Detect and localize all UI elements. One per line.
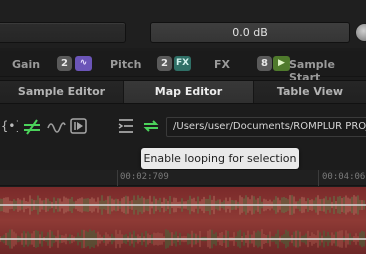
mod-count-fx[interactable]: 8 (257, 56, 272, 71)
svg-text:{•}: {•} (1, 119, 18, 133)
mod-label-fx[interactable]: FX (214, 58, 230, 71)
timeline-ruler[interactable]: 00:02:709 00:04:06 (0, 170, 366, 186)
pan-slider[interactable] (0, 22, 126, 43)
waveform-canvas (0, 187, 366, 254)
mod-label-pitch[interactable]: Pitch (110, 58, 141, 71)
editor-tab-bar: Sample Editor Map Editor Table View (0, 80, 366, 104)
mod-label-gain[interactable]: Gain (12, 58, 40, 71)
mod-count-gain[interactable]: 2 (57, 56, 72, 71)
braces-icon[interactable]: {•} (0, 116, 18, 136)
mod-count-pitch[interactable]: 2 (157, 56, 172, 71)
modulation-row: Gain 2 ∿ Pitch 2 FX FX 8 ▶ Sample Start (0, 51, 366, 84)
loop-icon[interactable] (140, 116, 162, 136)
fx-badge-icon[interactable]: FX (174, 56, 191, 71)
gain-readout-slider[interactable]: 0.0 dB (150, 22, 350, 43)
list-indent-icon[interactable] (116, 116, 136, 136)
play-selection-icon[interactable] (69, 116, 89, 136)
loop-tooltip: Enable looping for selection (141, 148, 299, 169)
normalize-icon[interactable] (22, 116, 42, 136)
ruler-tick (318, 170, 319, 186)
lfo-wave-icon[interactable]: ∿ (75, 56, 92, 71)
crossfade-wave-icon[interactable] (46, 116, 66, 136)
ruler-label-2: 00:04:06 (322, 172, 366, 182)
ruler-label-1: 00:02:709 (120, 172, 169, 182)
play-step-icon[interactable]: ▶ (273, 56, 290, 71)
tab-map-editor[interactable]: Map Editor (124, 81, 254, 103)
tab-sample-editor[interactable]: Sample Editor (0, 81, 124, 103)
waveform-display[interactable] (0, 187, 366, 254)
sample-path-field[interactable]: /Users/user/Documents/ROMPLUR PROJECTS/R… (166, 117, 366, 137)
ruler-tick (117, 170, 118, 186)
tab-table-view[interactable]: Table View (254, 81, 366, 103)
gain-readout-text: 0.0 dB (232, 26, 268, 39)
